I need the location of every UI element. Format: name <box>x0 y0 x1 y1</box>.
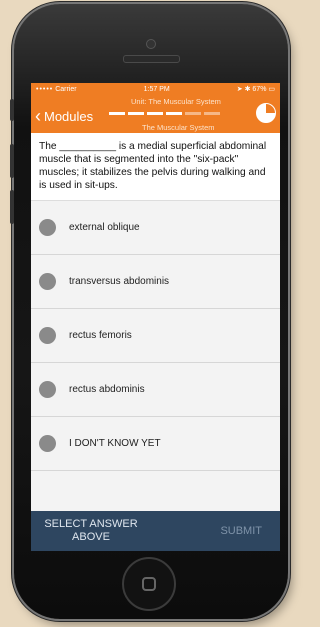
radio-button[interactable] <box>39 273 56 290</box>
radio-button[interactable] <box>39 327 56 344</box>
pie-chart-icon[interactable] <box>256 103 276 123</box>
answer-list: external oblique transversus abdominis r… <box>31 201 280 471</box>
question-text: The __________ is a medial superficial a… <box>31 133 280 201</box>
carrier-label: ••••• Carrier <box>36 86 77 93</box>
answer-label: I DON'T KNOW YET <box>69 438 161 449</box>
answer-option[interactable]: rectus abdominis <box>31 363 280 417</box>
radio-button[interactable] <box>39 381 56 398</box>
answer-option[interactable]: I DON'T KNOW YET <box>31 417 280 471</box>
progress-segment <box>128 112 144 115</box>
answer-label: external oblique <box>69 222 140 233</box>
answer-option[interactable]: transversus abdominis <box>31 255 280 309</box>
carrier-text: Carrier <box>55 85 77 93</box>
status-bar: ••••• Carrier 1:57 PM ➤ ✱ 67% ▭ <box>31 83 280 95</box>
app-screen: ••••• Carrier 1:57 PM ➤ ✱ 67% ▭ ‹ Module… <box>31 83 280 551</box>
progress-segment <box>166 112 182 115</box>
front-camera <box>146 39 156 49</box>
progress-bar <box>109 112 220 115</box>
signal-icon: ••••• <box>36 85 54 93</box>
answer-label: transversus abdominis <box>69 276 170 287</box>
back-button[interactable]: ‹ Modules <box>35 107 93 125</box>
progress-segment <box>109 112 125 115</box>
home-button[interactable] <box>122 557 176 611</box>
module-subtitle: The Muscular System <box>142 123 215 132</box>
bottom-action-bar: SELECT ANSWER ABOVE SUBMIT <box>31 511 280 551</box>
answer-option[interactable]: external oblique <box>31 201 280 255</box>
radio-button[interactable] <box>39 219 56 236</box>
chevron-left-icon: ‹ <box>35 106 41 126</box>
volume-down-button <box>10 190 14 224</box>
answer-label: rectus femoris <box>69 330 132 341</box>
unit-title: Unit: The Muscular System <box>131 97 221 106</box>
answer-label: rectus abdominis <box>69 384 145 395</box>
submit-button[interactable]: SUBMIT <box>220 525 262 537</box>
bluetooth-icon: ✱ <box>244 86 251 93</box>
silent-switch <box>10 99 14 121</box>
battery-icon: ▭ <box>268 86 275 93</box>
earpiece-speaker <box>123 55 180 63</box>
answer-option[interactable]: rectus femoris <box>31 309 280 363</box>
battery-indicator: ➤ ✱ 67% ▭ <box>237 85 275 93</box>
nav-bar: ‹ Modules Unit: The Muscular System The … <box>31 95 280 133</box>
progress-segment <box>185 112 201 115</box>
volume-up-button <box>10 144 14 178</box>
clock: 1:57 PM <box>143 85 170 93</box>
location-icon: ➤ <box>236 86 243 93</box>
home-square-icon <box>142 577 156 591</box>
progress-segment <box>204 112 220 115</box>
radio-button[interactable] <box>39 435 56 452</box>
battery-percent: 67% <box>252 86 267 93</box>
back-label: Modules <box>44 108 94 124</box>
select-answer-prompt: SELECT ANSWER ABOVE <box>44 518 138 543</box>
progress-segment <box>147 112 163 115</box>
